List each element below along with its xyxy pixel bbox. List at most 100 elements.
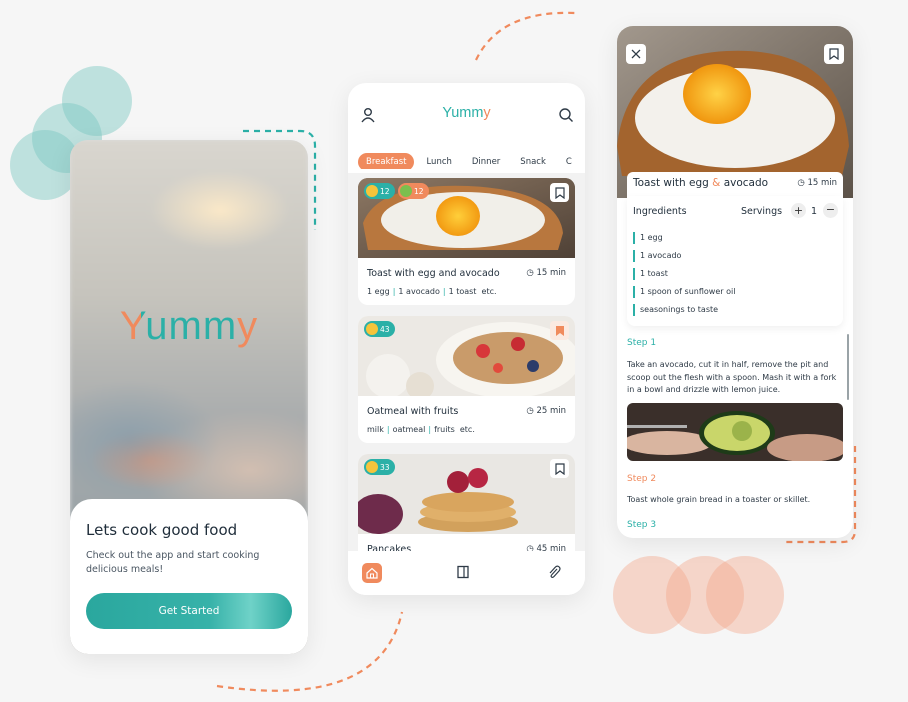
ingredients-card: Ingredients Servings + 1 − 1 egg 1 avoca… [627, 196, 843, 326]
recipe-time-value: 15 min [536, 268, 566, 278]
ingredient-item: seasonings to taste [633, 304, 735, 316]
likes-count: 12 [380, 186, 390, 196]
splash-logo: Yummy [70, 304, 308, 349]
step-heading: Step 2 [627, 474, 657, 484]
logo-text: Yumm [442, 105, 484, 121]
separator: | [442, 287, 446, 296]
recipe-title: Toast with egg & avocado [633, 177, 768, 189]
bookmark-button[interactable] [824, 44, 844, 64]
recipe-list: 12 12 Toast with egg and avocado ◷ 15 mi… [348, 173, 585, 564]
splash-title: Lets cook good food [86, 521, 238, 539]
dislikes-badge: 12 [398, 183, 429, 199]
bookmark-icon [554, 462, 565, 475]
clock-icon: ◷ [797, 178, 808, 188]
book-icon[interactable] [456, 565, 470, 579]
likes-badge: 12 [364, 183, 395, 199]
tab-lunch[interactable]: Lunch [418, 153, 459, 169]
step-photo-avocado [627, 403, 843, 461]
recipe-time: ◷ 15 min [526, 268, 566, 278]
minus-icon: − [825, 203, 836, 216]
bookmark-icon [554, 186, 565, 199]
recipe-card[interactable]: 12 12 Toast with egg and avocado ◷ 15 mi… [358, 178, 575, 305]
bookmark-button[interactable] [550, 183, 569, 202]
recipe-detail-screen: Toast with egg & avocado ◷ 15 min Ingred… [617, 26, 853, 538]
likes-badge: 33 [364, 459, 395, 475]
bookmark-icon [829, 48, 839, 60]
meal-tabs: Breakfast Lunch Dinner Snack C [358, 149, 585, 169]
servings-label: Servings [741, 206, 783, 217]
ingredient: milk [367, 425, 384, 434]
ingredient-item: 1 spoon of sunflower oil [633, 286, 735, 298]
ingredient-item: 1 egg [633, 232, 735, 244]
search-icon[interactable] [558, 107, 574, 123]
ingredient-item: 1 toast [633, 268, 735, 280]
ingredient: fruits [434, 425, 455, 434]
servings-decrease-button[interactable]: − [823, 203, 838, 218]
recipe-time-value: 15 min [807, 178, 837, 188]
happy-face-icon [366, 461, 378, 473]
title-text: avocado [720, 177, 769, 189]
scrollbar[interactable] [847, 334, 849, 400]
recipe-list-screen: Yummy Breakfast Lunch Dinner Snack C 12 … [348, 83, 585, 595]
separator: | [386, 425, 390, 434]
step-text: Take an avocado, cut it in half, remove … [627, 360, 837, 394]
logo-text: Yumm [119, 304, 238, 348]
step-heading: Step 1 [627, 338, 657, 348]
ingredients-etc: etc. [481, 287, 497, 296]
sick-face-icon [400, 185, 412, 197]
recipe-time-value: 25 min [536, 406, 566, 416]
recipe-title: Toast with egg and avocado [367, 268, 500, 279]
paperclip-icon[interactable] [547, 565, 561, 579]
bookmark-button[interactable] [550, 459, 569, 478]
tab-breakfast[interactable]: Breakfast [358, 153, 415, 169]
happy-face-icon [366, 185, 378, 197]
likes-count: 33 [380, 462, 390, 472]
ingredient: 1 egg [367, 287, 390, 296]
servings-increase-button[interactable]: + [791, 203, 806, 218]
splash-card: Lets cook good food Check out the app an… [70, 499, 308, 654]
likes-count: 43 [380, 324, 390, 334]
get-started-button[interactable]: Get Started [86, 593, 292, 629]
title-text: Toast with egg [633, 177, 713, 189]
servings-value: 1 [811, 206, 818, 217]
home-icon[interactable] [362, 563, 382, 583]
step-heading: Step 3 [627, 520, 657, 530]
plus-icon: + [793, 204, 804, 217]
recipe-card[interactable]: 43 Oatmeal with fruits ◷ 25 min milk | oat… [358, 316, 575, 443]
ingredient: 1 toast [448, 287, 477, 296]
header-logo: Yummy [348, 105, 585, 121]
recipe-ingredients: 1 egg | 1 avocado | 1 toast etc. [367, 287, 497, 296]
list-header: Yummy [348, 83, 585, 141]
splash-screen: Yummy Lets cook good food Check out the … [70, 140, 308, 654]
step-text: Toast whole grain bread in a toaster or … [627, 495, 811, 504]
recipe-title: Oatmeal with fruits [367, 406, 459, 417]
tab-more[interactable]: C [558, 153, 580, 169]
ingredient-item: 1 avocado [633, 250, 735, 262]
close-button[interactable] [626, 44, 646, 64]
ingredients-etc: etc. [459, 425, 475, 434]
splash-subtitle: Check out the app and start cooking deli… [86, 550, 260, 575]
ingredient: oatmeal [392, 425, 426, 434]
clock-icon: ◷ [526, 268, 537, 278]
recipe-time: ◷ 15 min [797, 178, 837, 188]
bottom-navigation [348, 551, 585, 595]
bookmark-filled-icon [555, 325, 564, 336]
separator: | [428, 425, 432, 434]
dislikes-count: 12 [414, 186, 424, 196]
recipe-ingredients: milk | oatmeal | fruits etc. [367, 425, 475, 434]
clock-icon: ◷ [526, 406, 537, 416]
ingredients-list: 1 egg 1 avocado 1 toast 1 spoon of sunfl… [633, 232, 735, 322]
ingredients-heading: Ingredients [633, 206, 687, 217]
close-icon [631, 49, 641, 59]
separator: | [392, 287, 396, 296]
recipe-title-bar: Toast with egg & avocado ◷ 15 min [627, 172, 843, 196]
happy-face-icon [366, 323, 378, 335]
logo-text-accent: y [483, 105, 491, 121]
recipe-card[interactable]: 33 Pancakes ◷ 45 min [358, 454, 575, 564]
likes-badge: 43 [364, 321, 395, 337]
logo-text-accent: y [237, 304, 259, 348]
tab-snack[interactable]: Snack [512, 153, 554, 169]
bookmark-button[interactable] [550, 321, 569, 340]
recipe-time: ◷ 25 min [526, 406, 566, 416]
tab-dinner[interactable]: Dinner [464, 153, 508, 169]
